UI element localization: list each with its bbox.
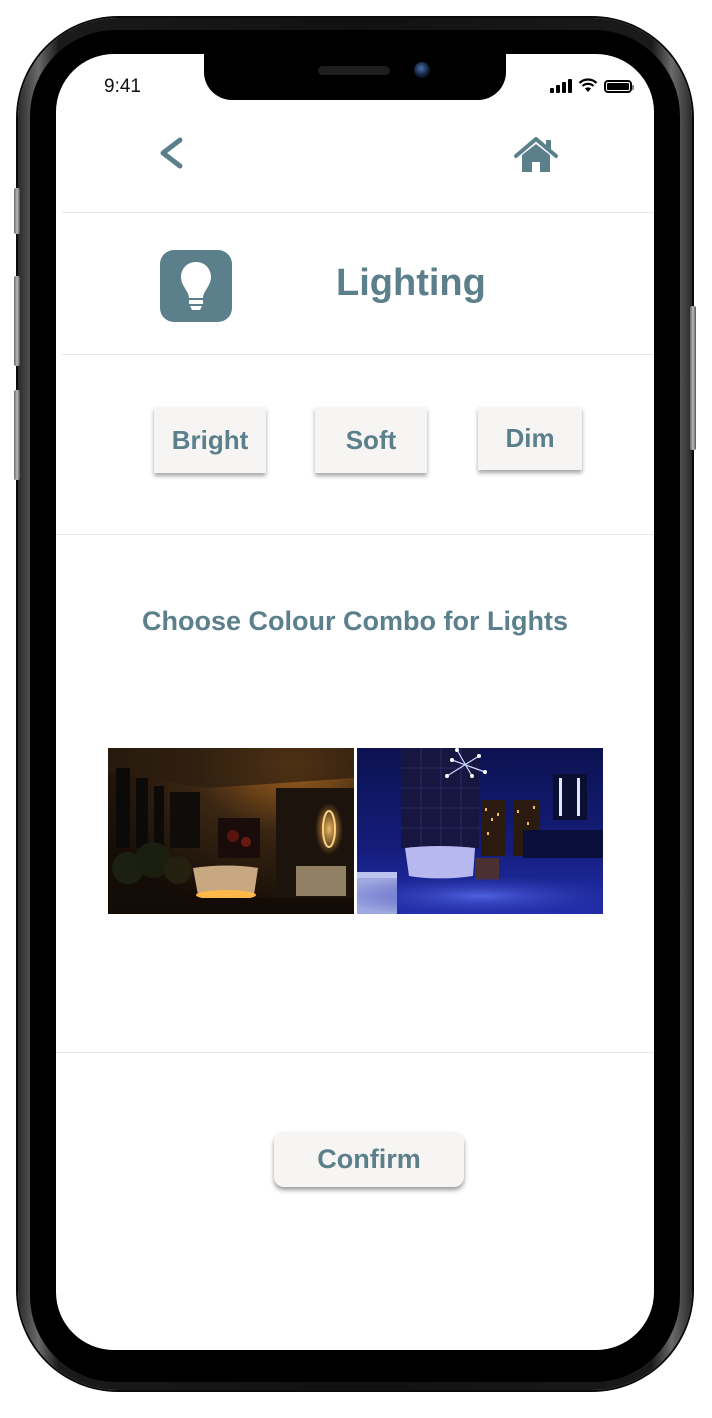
colour-option-cool[interactable] — [357, 748, 603, 914]
screen: 9:41 Lighting Bright Soft Dim Choose Col… — [56, 54, 654, 1350]
status-time: 9:41 — [104, 76, 141, 97]
divider — [62, 212, 654, 213]
mode-soft-button[interactable]: Soft — [315, 407, 427, 473]
mode-bright-button[interactable]: Bright — [154, 407, 266, 473]
mode-dim-button[interactable]: Dim — [478, 407, 582, 470]
page-title: Lighting — [336, 262, 486, 304]
mute-switch — [14, 188, 20, 234]
confirm-button[interactable]: Confirm — [274, 1132, 464, 1187]
divider — [56, 534, 654, 535]
lightbulb-icon — [181, 262, 211, 310]
camera — [414, 62, 430, 78]
volume-up-button — [14, 276, 20, 366]
colour-option-warm[interactable] — [108, 748, 354, 914]
blue-bathroom-image — [357, 748, 603, 914]
speaker — [318, 66, 390, 75]
warm-bathroom-image — [108, 748, 354, 914]
lighting-app-icon — [160, 250, 232, 322]
divider — [56, 1052, 654, 1053]
power-button — [690, 306, 696, 450]
colour-combo-heading: Choose Colour Combo for Lights — [142, 606, 568, 636]
home-button[interactable] — [514, 136, 558, 179]
wifi-icon — [578, 78, 598, 92]
divider — [62, 354, 654, 355]
notch — [204, 54, 506, 100]
status-icons — [550, 78, 634, 93]
back-button[interactable] — [156, 136, 186, 175]
home-icon — [514, 137, 558, 172]
chevron-left-icon — [160, 137, 183, 169]
battery-icon — [604, 80, 634, 93]
signal-icon — [550, 79, 572, 93]
volume-down-button — [14, 390, 20, 480]
